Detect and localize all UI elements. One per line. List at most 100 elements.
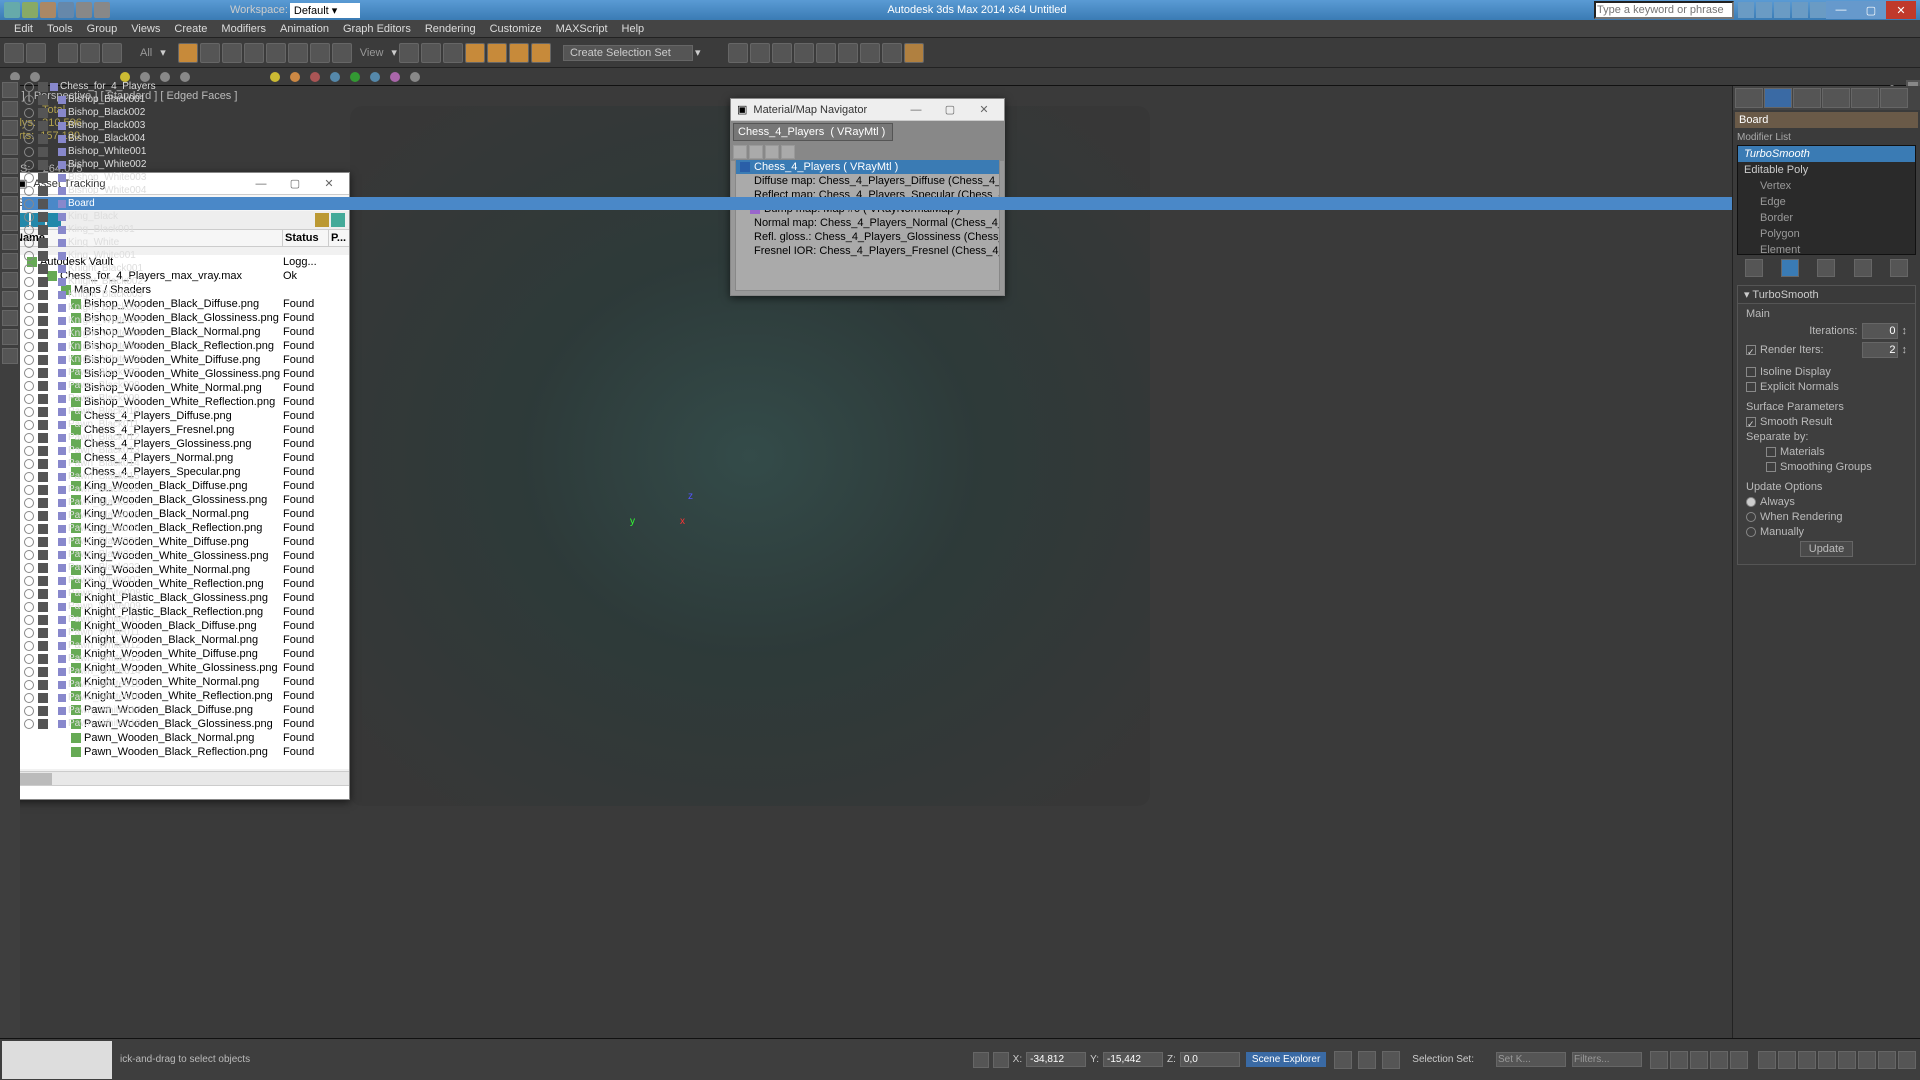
mini-listener[interactable]: [2, 1041, 112, 1079]
modifier-stack[interactable]: TurboSmooth Editable Poly Vertex Edge Bo…: [1737, 145, 1916, 255]
stack-sub[interactable]: Edge: [1738, 194, 1915, 210]
scene-node[interactable]: Knight_White002: [22, 327, 1904, 340]
scene-node[interactable]: Knight_Black004: [22, 301, 1904, 314]
y-input[interactable]: -15,442: [1103, 1052, 1163, 1067]
curve-editor-btn[interactable]: [794, 43, 814, 63]
scene-node[interactable]: Pawn_Black019: [22, 522, 1904, 535]
snap-pct-btn[interactable]: [509, 43, 529, 63]
create-tab[interactable]: [1735, 88, 1763, 108]
play-btn[interactable]: [1690, 1051, 1708, 1069]
motion-tab[interactable]: [1822, 88, 1850, 108]
scene-node[interactable]: Bishop_Black002: [22, 106, 1904, 119]
key-icon[interactable]: [993, 1052, 1009, 1068]
menu-customize[interactable]: Customize: [490, 20, 542, 37]
menu-maxscript[interactable]: MAXScript: [556, 20, 608, 37]
scene-node[interactable]: Pawn_Black022: [22, 561, 1904, 574]
show-end-btn[interactable]: [1781, 259, 1799, 277]
undo-btn[interactable]: [4, 43, 24, 63]
key-mode-btn[interactable]: [1382, 1051, 1400, 1069]
scene-node[interactable]: King_Black: [22, 210, 1904, 223]
scene-node[interactable]: Pawn_White015: [22, 678, 1904, 691]
scene-node[interactable]: Pawn_Black007: [22, 366, 1904, 379]
help-search[interactable]: [1594, 1, 1734, 19]
key-mode-btn[interactable]: [1358, 1051, 1376, 1069]
scene-node[interactable]: Bishop_Black001: [22, 93, 1904, 106]
scene-node[interactable]: Pawn_Black011: [22, 418, 1904, 431]
scene-node[interactable]: Pawn_White010: [22, 613, 1904, 626]
scene-node[interactable]: Bishop_White002: [22, 158, 1904, 171]
key-filters-input[interactable]: Filters...: [1572, 1052, 1642, 1067]
render-iters-spinner[interactable]: 2: [1862, 342, 1898, 358]
max-viewport-btn[interactable]: [1878, 1051, 1896, 1069]
scene-node[interactable]: King_White001: [22, 249, 1904, 262]
scene-node[interactable]: Pawn_Black014: [22, 457, 1904, 470]
scene-node[interactable]: Pawn_White018: [22, 717, 1904, 730]
scene-node[interactable]: Pawn_Black013: [22, 444, 1904, 457]
render-setup-btn[interactable]: [860, 43, 880, 63]
app-icon[interactable]: [4, 2, 20, 18]
manip-btn[interactable]: [421, 43, 441, 63]
scene-node[interactable]: Pawn_White008: [22, 587, 1904, 600]
menu-group[interactable]: Group: [87, 20, 118, 37]
scene-node[interactable]: Pawn_White013: [22, 652, 1904, 665]
rollout-header[interactable]: ▾ TurboSmooth: [1738, 286, 1915, 304]
scene-explorer-button[interactable]: Scene Explorer: [1246, 1052, 1326, 1067]
scene-node[interactable]: Pawn_Black018: [22, 509, 1904, 522]
sceneexp-tool[interactable]: [2, 120, 18, 136]
remove-modifier-btn[interactable]: [1854, 259, 1872, 277]
menu-tools[interactable]: Tools: [47, 20, 73, 37]
move-btn[interactable]: [266, 43, 286, 63]
scene-node[interactable]: Bishop_Black004: [22, 132, 1904, 145]
unlink-btn[interactable]: [80, 43, 100, 63]
zoom-all-btn[interactable]: [1858, 1051, 1876, 1069]
stack-editable-poly[interactable]: Editable Poly: [1738, 162, 1915, 178]
pan-btn[interactable]: [1758, 1051, 1776, 1069]
sceneexp-tool[interactable]: [2, 82, 18, 98]
window-crossing-btn[interactable]: [200, 43, 220, 63]
scene-node[interactable]: Pawn_White007: [22, 574, 1904, 587]
scene-node[interactable]: Pawn_White012: [22, 639, 1904, 652]
iterations-spinner[interactable]: 0: [1862, 323, 1898, 339]
pivot-btn[interactable]: [399, 43, 419, 63]
update-button[interactable]: Update: [1800, 541, 1853, 557]
object-name-field[interactable]: Board: [1735, 112, 1918, 128]
link-btn[interactable]: [58, 43, 78, 63]
scene-node[interactable]: Board: [22, 197, 1904, 210]
orbit-btn[interactable]: [1838, 1051, 1856, 1069]
utilities-tab[interactable]: [1880, 88, 1908, 108]
fov-btn[interactable]: [1818, 1051, 1836, 1069]
favorites-icon[interactable]: [1792, 2, 1808, 18]
manually-radio[interactable]: [1746, 527, 1756, 537]
scale-btn[interactable]: [310, 43, 330, 63]
display-tab[interactable]: [1851, 88, 1879, 108]
scene-node[interactable]: Pawn_Black015: [22, 470, 1904, 483]
help-icon[interactable]: [1810, 2, 1826, 18]
vpconfig-btn[interactable]: [1898, 1051, 1916, 1069]
scene-node[interactable]: Knight_White004: [22, 353, 1904, 366]
key-mode-btn[interactable]: [1334, 1051, 1352, 1069]
isoline-check[interactable]: [1746, 367, 1756, 377]
z-input[interactable]: 0,0: [1180, 1052, 1240, 1067]
scene-node[interactable]: Pawn_Black016: [22, 483, 1904, 496]
infocenter-icon[interactable]: [1738, 2, 1754, 18]
menu-modifiers[interactable]: Modifiers: [221, 20, 266, 37]
scene-node[interactable]: Pawn_Black020: [22, 535, 1904, 548]
explicit-normals-check[interactable]: [1746, 382, 1756, 392]
lock-icon[interactable]: [973, 1052, 989, 1068]
scene-node[interactable]: Bishop_White003: [22, 171, 1904, 184]
sceneexp-tool[interactable]: [2, 348, 18, 364]
minimize-button[interactable]: [1826, 1, 1856, 19]
select-btn[interactable]: [222, 43, 242, 63]
scene-node[interactable]: Knight_Black002: [22, 275, 1904, 288]
scene-node[interactable]: Pawn_Black008: [22, 379, 1904, 392]
search-icon[interactable]: [1756, 2, 1772, 18]
selection-set-dropdown[interactable]: Create Selection Set: [563, 45, 693, 61]
modifier-list-label[interactable]: Modifier List: [1733, 130, 1920, 145]
sceneexp-tool[interactable]: [2, 177, 18, 193]
pin-stack-btn[interactable]: [1745, 259, 1763, 277]
x-input[interactable]: -34,812: [1026, 1052, 1086, 1067]
zoom-btn[interactable]: [1778, 1051, 1796, 1069]
snap-angle-btn[interactable]: [487, 43, 507, 63]
sceneexp-tool[interactable]: [2, 158, 18, 174]
scene-node[interactable]: Pawn_Black010: [22, 405, 1904, 418]
